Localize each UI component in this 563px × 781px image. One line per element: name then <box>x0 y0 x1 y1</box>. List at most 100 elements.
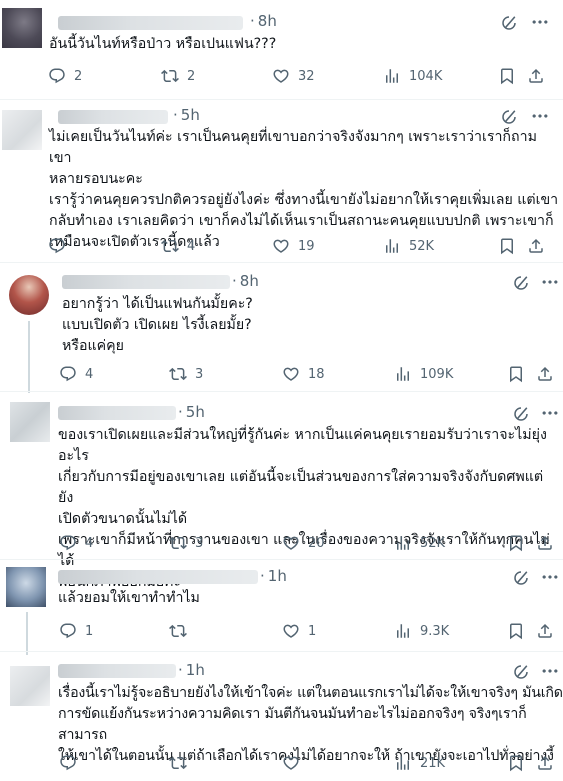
reply-button[interactable]: 2 <box>48 66 82 86</box>
post-3[interactable]: · 5h ของเราเปิดเผยและมีส่วนใหญ่ที่รู้กันค… <box>0 392 563 590</box>
reply-button[interactable] <box>48 236 74 256</box>
repost-count: 3 <box>195 366 204 382</box>
reply-count: 4 <box>85 366 94 382</box>
like-button[interactable] <box>282 753 308 773</box>
post-actions: 4 3 18 109K <box>0 364 563 384</box>
views-button[interactable]: 109K <box>394 364 453 384</box>
more-horizontal-icon[interactable] <box>530 106 550 126</box>
like-count: 18 <box>308 366 325 382</box>
username-redacted[interactable] <box>58 570 258 584</box>
like-button[interactable]: 18 <box>282 364 325 384</box>
post-time[interactable]: · 8h <box>250 12 277 30</box>
more-horizontal-icon[interactable] <box>540 403 560 423</box>
share-icon <box>527 67 545 85</box>
share-button[interactable] <box>527 66 545 86</box>
bookmark-button[interactable] <box>498 66 516 86</box>
post-actions: 21K <box>0 753 563 773</box>
repost-count: 4 <box>187 238 196 254</box>
post-5[interactable]: · 1h เรื่องนี้เราไม่รู้จะอธิบายยังไงให้เข… <box>0 652 563 781</box>
share-button[interactable] <box>536 753 554 773</box>
views-button[interactable]: 9.3K <box>394 621 449 641</box>
avatar[interactable] <box>2 8 42 48</box>
grok-icon[interactable] <box>512 569 530 587</box>
post-actions: 4 19 52K <box>0 236 563 256</box>
reply-button[interactable] <box>59 753 85 773</box>
like-button[interactable]: 20 <box>282 533 325 553</box>
more-horizontal-icon[interactable] <box>540 661 560 681</box>
views-button[interactable]: 21K <box>394 753 445 773</box>
bookmark-button[interactable] <box>507 753 525 773</box>
repost-button[interactable] <box>169 621 195 641</box>
views-chart-icon <box>394 622 412 640</box>
more-horizontal-icon[interactable] <box>530 12 550 32</box>
reply-icon <box>59 365 77 383</box>
bookmark-button[interactable] <box>507 533 525 553</box>
like-button[interactable]: 1 <box>282 621 316 641</box>
grok-icon[interactable] <box>512 405 530 423</box>
post-1[interactable]: · 5h ไม่เคยเป็นวันไนท์ค่ะ เราเป็นคนคุยที่… <box>0 100 563 260</box>
like-button[interactable]: 32 <box>272 66 315 86</box>
views-button[interactable]: 104K <box>383 66 442 86</box>
share-button[interactable] <box>536 364 554 384</box>
post-time[interactable]: · 5h <box>173 106 200 124</box>
post-time[interactable]: · 5h <box>178 403 205 421</box>
bookmark-icon <box>507 534 525 552</box>
reply-count: 4 <box>85 535 94 551</box>
post-actions: 4 3 20 52K <box>0 533 563 553</box>
share-icon <box>536 534 554 552</box>
post-time[interactable]: · 8h <box>232 272 259 290</box>
more-horizontal-icon[interactable] <box>540 272 560 292</box>
repost-icon <box>169 754 187 772</box>
views-chart-icon <box>383 237 401 255</box>
avatar[interactable] <box>9 275 49 315</box>
repost-icon <box>169 365 187 383</box>
bookmark-icon <box>507 365 525 383</box>
repost-button[interactable]: 3 <box>169 533 203 553</box>
reply-count: 2 <box>74 68 83 84</box>
repost-button[interactable]: 4 <box>161 236 195 256</box>
repost-button[interactable] <box>169 753 195 773</box>
share-button[interactable] <box>527 236 545 256</box>
grok-icon[interactable] <box>500 14 518 32</box>
reply-count: 1 <box>85 623 94 639</box>
repost-button[interactable]: 2 <box>161 66 195 86</box>
views-chart-icon <box>394 365 412 383</box>
views-count: 52K <box>409 238 435 254</box>
like-button[interactable]: 19 <box>272 236 315 256</box>
grok-icon[interactable] <box>512 274 530 292</box>
username-redacted[interactable] <box>58 110 168 124</box>
avatar[interactable] <box>6 567 46 607</box>
grok-icon[interactable] <box>500 108 518 126</box>
repost-button[interactable]: 3 <box>169 364 203 384</box>
post-0[interactable]: · 8h อันนี้วันไนท์หรือป่าว หรือเปนแฟน??? … <box>0 0 563 100</box>
share-button[interactable] <box>536 533 554 553</box>
avatar[interactable] <box>2 110 42 150</box>
views-button[interactable]: 52K <box>383 236 434 256</box>
bookmark-button[interactable] <box>498 236 516 256</box>
post-2[interactable]: · 8h อยากรู้ว่า ได้เป็นแฟนกันมั้ยคะ? แบบเ… <box>0 263 563 393</box>
reply-button[interactable]: 1 <box>59 621 93 641</box>
repost-count: 3 <box>195 535 204 551</box>
views-button[interactable]: 52K <box>394 533 445 553</box>
avatar[interactable] <box>10 402 50 442</box>
reply-button[interactable]: 4 <box>59 533 93 553</box>
grok-icon[interactable] <box>512 663 530 681</box>
reply-icon <box>59 622 77 640</box>
username-redacted[interactable] <box>62 275 230 289</box>
share-button[interactable] <box>536 621 554 641</box>
post-4[interactable]: · 1h แล้วยอมให้เขาทำทำไม 1 1 9.3K <box>0 560 563 655</box>
post-time[interactable]: · 1h <box>178 661 205 679</box>
bookmark-button[interactable] <box>507 364 525 384</box>
avatar[interactable] <box>10 666 50 706</box>
post-time[interactable]: · 1h <box>260 567 287 585</box>
bookmark-button[interactable] <box>507 621 525 641</box>
username-redacted[interactable] <box>58 664 176 678</box>
share-icon <box>536 365 554 383</box>
views-count: 104K <box>409 68 443 84</box>
reply-button[interactable]: 4 <box>59 364 93 384</box>
views-chart-icon <box>394 754 412 772</box>
username-redacted[interactable] <box>58 406 176 420</box>
more-horizontal-icon[interactable] <box>540 567 560 587</box>
username-redacted[interactable] <box>58 16 243 30</box>
views-chart-icon <box>383 67 401 85</box>
